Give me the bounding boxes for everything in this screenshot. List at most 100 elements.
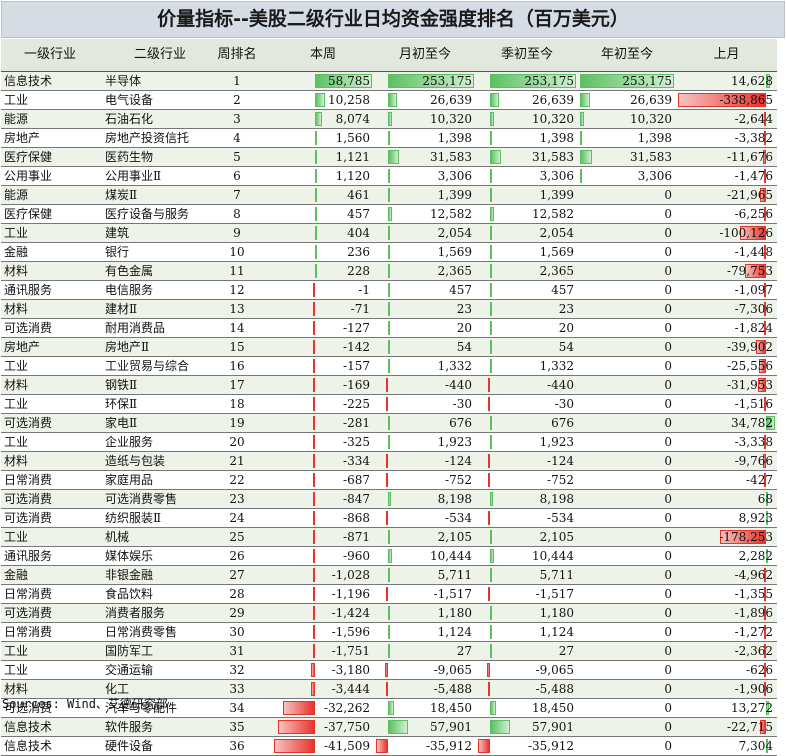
qtd-cell: -35,912 bbox=[476, 737, 578, 755]
qtd-cell: -9,065 bbox=[476, 661, 578, 679]
level2-sector: 机械 bbox=[105, 530, 130, 544]
last-month-cell: -1,824 bbox=[676, 319, 777, 337]
mtd-data-bar bbox=[388, 606, 391, 620]
qtd-value: 1,399 bbox=[539, 188, 574, 202]
ytd-value: 0 bbox=[664, 720, 672, 734]
week-data-bar bbox=[312, 302, 315, 316]
qtd-data-bar bbox=[490, 264, 493, 278]
level2-sector: 工业贸易与综合 bbox=[105, 359, 190, 373]
mtd-value: 23 bbox=[456, 302, 472, 316]
table-row: 工业 环保Ⅱ 18 -225 -30 -30 0 -1,516 bbox=[1, 395, 777, 414]
mtd-value: 1,398 bbox=[437, 131, 472, 145]
ytd-value: 0 bbox=[664, 625, 672, 639]
mtd-cell: 10,320 bbox=[374, 110, 476, 128]
qtd-value: -1,517 bbox=[535, 587, 574, 601]
mtd-value: 457 bbox=[449, 283, 472, 297]
weekly-rank: 3 bbox=[233, 112, 241, 126]
week-data-bar bbox=[314, 93, 325, 107]
week-value: -169 bbox=[343, 378, 370, 392]
mtd-data-bar bbox=[386, 397, 389, 411]
ytd-value: 0 bbox=[664, 416, 672, 430]
level2-sector: 非银金融 bbox=[105, 568, 154, 582]
mtd-cell: 457 bbox=[374, 281, 476, 299]
week-value: -71 bbox=[350, 302, 370, 316]
level1-sector: 工业 bbox=[4, 530, 29, 544]
week-data-bar bbox=[312, 473, 315, 487]
week-cell: 236 bbox=[272, 243, 374, 261]
table-row: 工业 建筑 9 404 2,054 2,054 0 -100,126 bbox=[1, 224, 777, 243]
level2-sector: 石油石化 bbox=[105, 112, 154, 126]
ytd-data-bar bbox=[580, 93, 590, 107]
ytd-cell: 0 bbox=[578, 585, 676, 603]
table-row: 公用事业 公用事业Ⅱ 6 1,120 3,306 3,306 3,306 -1,476 bbox=[1, 167, 777, 186]
qtd-data-bar bbox=[490, 720, 510, 734]
mtd-cell: 253,175 bbox=[374, 72, 476, 90]
weekly-rank: 28 bbox=[229, 587, 245, 601]
ytd-cell: 0 bbox=[578, 281, 676, 299]
mtd-cell: 5,711 bbox=[374, 566, 476, 584]
week-value: -1 bbox=[358, 283, 370, 297]
ytd-cell: 0 bbox=[578, 471, 676, 489]
qtd-cell: 26,639 bbox=[476, 91, 578, 109]
qtd-data-bar bbox=[490, 530, 493, 544]
level1-sector: 日常消费 bbox=[4, 587, 53, 601]
level1-sector: 工业 bbox=[4, 644, 29, 658]
week-value: 457 bbox=[347, 207, 370, 221]
mtd-data-bar bbox=[388, 169, 391, 183]
weekly-rank: 31 bbox=[229, 644, 245, 658]
ytd-cell: 26,639 bbox=[578, 91, 676, 109]
week-value: -868 bbox=[343, 511, 370, 525]
mtd-data-bar bbox=[386, 473, 389, 487]
qtd-value: 1,180 bbox=[539, 606, 574, 620]
ytd-value: 31,583 bbox=[630, 150, 672, 164]
table-row: 材料 建材Ⅱ 13 -71 23 23 0 -7,306 bbox=[1, 300, 777, 319]
level1-sector: 房地产 bbox=[4, 340, 41, 354]
last-month-cell: 34,782 bbox=[676, 414, 777, 432]
last-month-cell: -3,382 bbox=[676, 129, 777, 147]
level2-sector: 耐用消费品 bbox=[105, 321, 166, 335]
last-month-value: -178,253 bbox=[719, 530, 773, 544]
week-value: -960 bbox=[343, 549, 370, 563]
ytd-value: 0 bbox=[664, 188, 672, 202]
week-value: -1,596 bbox=[331, 625, 370, 639]
ytd-value: 0 bbox=[664, 606, 672, 620]
last-month-value: -3,382 bbox=[734, 131, 773, 145]
mtd-data-bar bbox=[386, 454, 389, 468]
weekly-rank: 35 bbox=[229, 720, 245, 734]
ytd-cell: 1,398 bbox=[578, 129, 676, 147]
week-value: -37,750 bbox=[323, 720, 370, 734]
ytd-cell: 0 bbox=[578, 205, 676, 223]
mtd-value: 27 bbox=[456, 644, 472, 658]
table-row: 房地产 房地产投资信托 4 1,560 1,398 1,398 1,398 -3,382 bbox=[1, 129, 777, 148]
week-data-bar bbox=[311, 682, 315, 696]
mtd-cell: -30 bbox=[374, 395, 476, 413]
qtd-cell: 1,332 bbox=[476, 357, 578, 375]
weekly-rank: 33 bbox=[229, 682, 245, 696]
qtd-data-bar bbox=[490, 207, 495, 221]
last-month-cell: -1,272 bbox=[676, 623, 777, 641]
qtd-value: 10,320 bbox=[532, 112, 574, 126]
week-cell: 1,120 bbox=[272, 167, 374, 185]
level1-sector: 工业 bbox=[4, 93, 29, 107]
qtd-cell: 1,398 bbox=[476, 129, 578, 147]
last-month-cell: -31,953 bbox=[676, 376, 777, 394]
week-cell: -871 bbox=[272, 528, 374, 546]
week-data-bar bbox=[312, 530, 315, 544]
last-month-value: -6,256 bbox=[734, 207, 773, 221]
last-month-value: 68 bbox=[757, 492, 773, 506]
qtd-cell: 3,306 bbox=[476, 167, 578, 185]
qtd-value: 8,198 bbox=[539, 492, 574, 506]
mtd-data-bar bbox=[388, 435, 391, 449]
qtd-data-bar bbox=[490, 568, 493, 582]
mtd-data-bar bbox=[388, 283, 391, 297]
last-month-value: -100,126 bbox=[719, 226, 773, 240]
week-value: 236 bbox=[347, 245, 370, 259]
mtd-value: 3,306 bbox=[437, 169, 472, 183]
mtd-value: -9,065 bbox=[433, 663, 472, 677]
week-data-bar bbox=[283, 701, 315, 715]
qtd-cell: 5,711 bbox=[476, 566, 578, 584]
qtd-cell: 31,583 bbox=[476, 148, 578, 166]
week-data-bar bbox=[312, 397, 315, 411]
last-month-cell: -11,676 bbox=[676, 148, 777, 166]
mtd-value: -1,517 bbox=[433, 587, 472, 601]
